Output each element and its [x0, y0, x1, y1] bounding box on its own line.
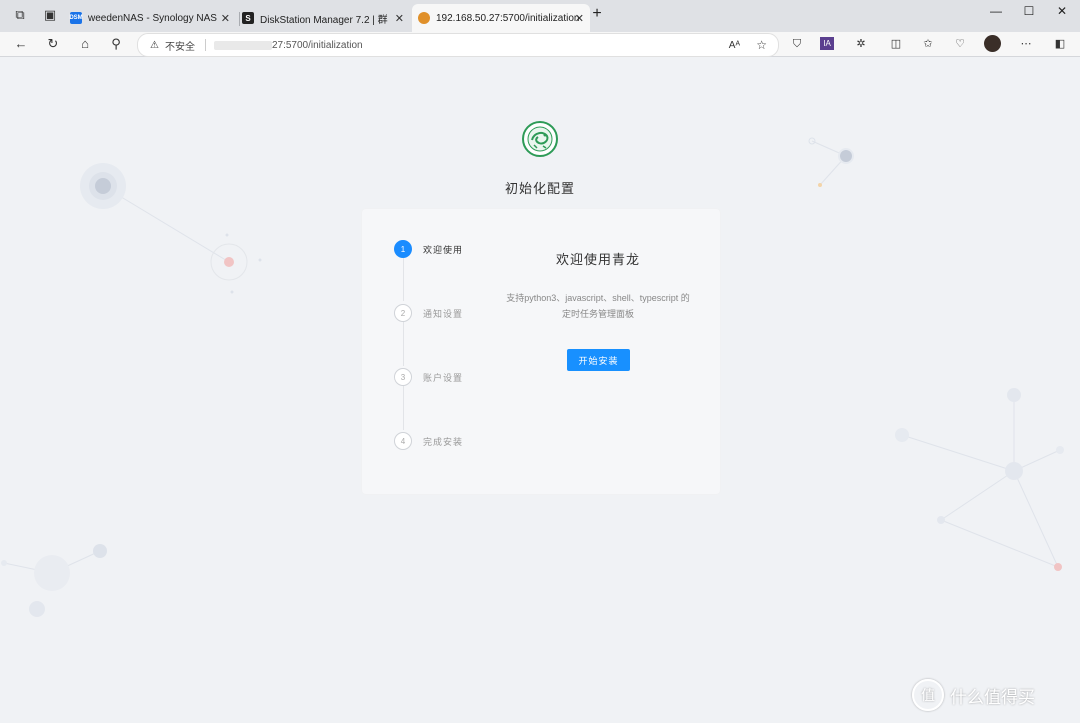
steps-connector-line — [403, 385, 404, 430]
welcome-heading: 欢迎使用青龙 — [555, 252, 640, 267]
setup-card: 1 欢迎使用 2 通知设置 3 账户设置 4 完成安装 欢迎使用青龙 支持pyt… — [362, 209, 720, 494]
tab-diskstation[interactable]: S DiskStation Manager 7.2 | 群晖科 ✕ — [242, 6, 410, 30]
tab-title: 192.168.50.27:5700/initialization — [436, 12, 580, 24]
split-screen-icon[interactable]: ◫ — [887, 36, 905, 52]
watermark: 值 什么值得买 — [912, 679, 1035, 711]
browser-titlebar: ⧉ ▣ DSM weedenNAS - Synology NAS ✕ S Dis… — [0, 0, 1080, 32]
collections-icon[interactable]: ♡ — [951, 36, 969, 52]
security-label[interactable]: 不安全 — [165, 38, 195, 53]
minimize-button[interactable]: — — [978, 4, 1014, 18]
address-bar[interactable]: ⚠ 不安全 27:5700/initialization Aᴬ ☆ — [137, 33, 779, 57]
watermark-logo-icon: 值 — [912, 679, 944, 711]
read-aloud-icon[interactable]: Aᴬ — [729, 40, 740, 51]
step-welcome: 1 欢迎使用 — [394, 240, 463, 258]
warning-icon: ⚠ — [150, 39, 159, 51]
description-line: 支持python3、javascript、shell、typescript 的 — [506, 293, 690, 303]
extension-shield-icon[interactable]: ⛉ — [788, 36, 806, 52]
steps-connector-line — [403, 321, 404, 366]
step-label: 账户设置 — [423, 372, 464, 383]
favorites-icon[interactable]: ✩ — [919, 36, 937, 52]
synology-s-favicon-icon: S — [242, 12, 254, 24]
tab-title: weedenNAS - Synology NAS — [88, 12, 217, 24]
favorite-star-icon[interactable]: ☆ — [756, 38, 767, 52]
description-line: 定时任务管理面板 — [561, 309, 634, 319]
browser-toolbar: ← ↻ ⌂ ⚲ ⚠ 不安全 27:5700/initialization Aᴬ … — [0, 32, 1080, 57]
step-notification: 2 通知设置 — [394, 304, 463, 322]
page-title: 初始化配置 — [504, 181, 575, 196]
steps-connector-line — [403, 257, 404, 301]
search-icon[interactable]: ⚲ — [107, 36, 125, 52]
home-icon[interactable]: ⌂ — [76, 36, 94, 52]
step-complete: 4 完成安装 — [394, 432, 463, 450]
tab-title: DiskStation Manager 7.2 | 群晖科 — [260, 14, 388, 26]
extension-ia-icon[interactable]: IA — [820, 37, 834, 50]
sidebar-toggle-icon[interactable]: ◧ — [1051, 36, 1069, 52]
workspaces-icon[interactable]: ⧉ — [11, 7, 29, 23]
divider — [204, 39, 206, 51]
extensions-puzzle-icon[interactable]: ✲ — [852, 36, 870, 52]
refresh-icon[interactable]: ↻ — [44, 36, 62, 52]
step-label: 完成安装 — [423, 436, 464, 447]
back-icon[interactable]: ← — [12, 36, 30, 52]
tab-divider — [239, 12, 240, 26]
tab-actions-icon[interactable]: ▣ — [41, 7, 59, 23]
tab-initialization[interactable]: 192.168.50.27:5700/initialization ✕ — [412, 4, 590, 32]
watermark-text: 什么值得买 — [950, 687, 1035, 707]
maximize-button[interactable]: ☐ — [1011, 4, 1047, 18]
qinglong-dragon-logo-icon — [522, 121, 558, 157]
step-number: 3 — [394, 368, 412, 386]
tab-weedennas[interactable]: DSM weedenNAS - Synology NAS ✕ — [69, 6, 236, 30]
page-viewport: 初始化配置 1 欢迎使用 2 通知设置 3 账户设置 4 完成安装 欢迎使用青龙… — [0, 57, 1080, 723]
dsm-favicon-icon: DSM — [69, 12, 83, 24]
step-label: 通知设置 — [423, 308, 464, 319]
dragon-favicon-icon — [418, 12, 430, 24]
step-label: 欢迎使用 — [423, 244, 464, 255]
redacted-url-part — [213, 40, 272, 50]
step-number: 2 — [394, 304, 412, 322]
close-tab-icon[interactable]: ✕ — [395, 12, 404, 25]
more-menu-icon[interactable]: ⋯ — [1017, 36, 1035, 52]
step-number: 4 — [394, 432, 412, 450]
step-account: 3 账户设置 — [394, 368, 463, 386]
welcome-description: 支持python3、javascript、shell、typescript 的 … — [488, 290, 708, 322]
step-number: 1 — [394, 240, 412, 258]
url-text[interactable]: 27:5700/initialization — [272, 40, 363, 51]
close-tab-icon[interactable]: ✕ — [221, 12, 230, 25]
profile-avatar-icon[interactable] — [984, 35, 1001, 52]
start-install-button[interactable]: 开始安装 — [567, 349, 630, 371]
new-tab-button[interactable]: + — [579, 5, 615, 23]
close-window-button[interactable]: ✕ — [1044, 4, 1080, 18]
